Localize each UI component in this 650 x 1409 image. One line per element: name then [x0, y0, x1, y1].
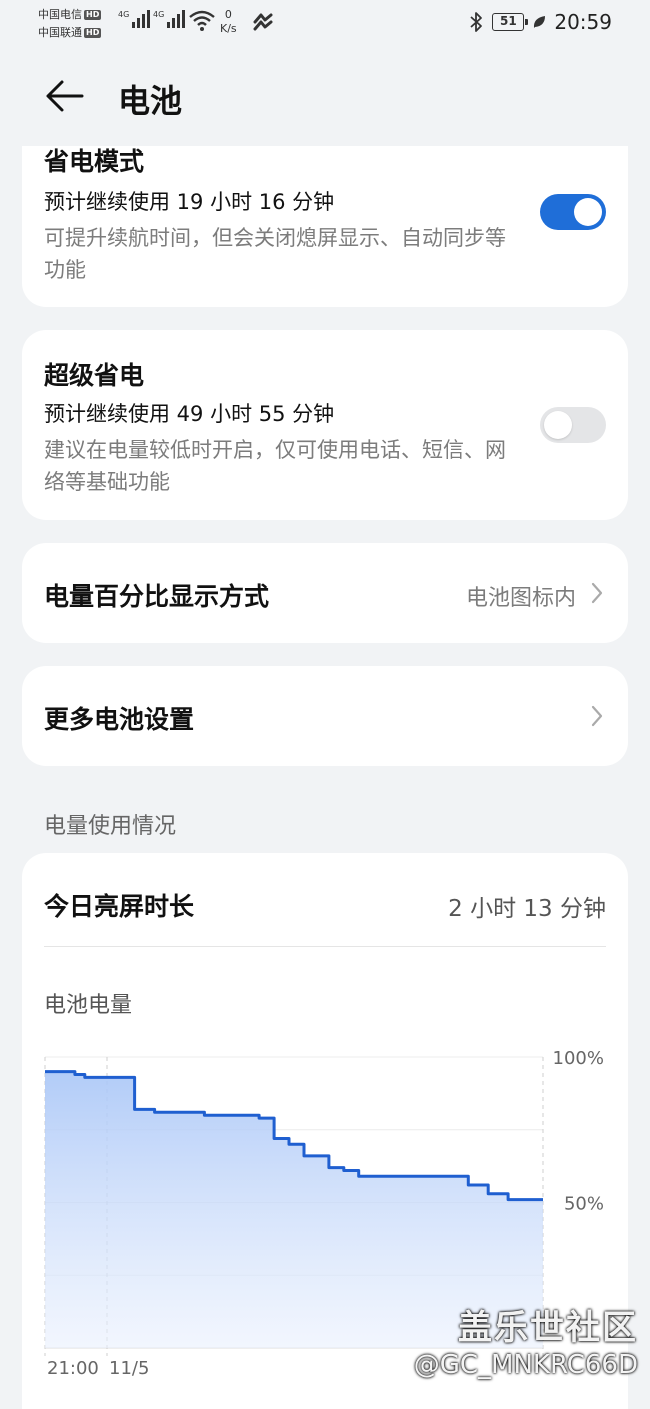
carrier-info: 中国电信 HD 中国联通 HD: [38, 6, 102, 42]
usage-section-label: 电量使用情况: [44, 814, 177, 839]
toggle-knob: [544, 411, 572, 439]
more-battery-settings-label: 更多电池设置: [44, 705, 195, 734]
super-saving-title: 超级省电: [44, 361, 145, 390]
chevron-right-icon: [591, 705, 603, 727]
battery-level: 51: [500, 14, 517, 28]
toggle-knob: [574, 198, 602, 226]
battery-icon: 51: [492, 13, 529, 31]
hd-badge: HD: [84, 10, 102, 20]
hd-badge: HD: [84, 28, 102, 38]
bluetooth-icon: [470, 12, 483, 32]
back-arrow-icon[interactable]: [44, 78, 84, 114]
page-title: 电池: [118, 82, 183, 120]
more-battery-settings-row[interactable]: 更多电池设置: [22, 666, 628, 766]
network-type-2: 4G: [153, 10, 165, 19]
super-saving-estimate: 预计继续使用 49 小时 55 分钟: [44, 402, 335, 426]
nfc-icon: [253, 13, 273, 31]
status-bar: 中国电信 HD 中国联通 HD 4G 4G 0 K/s 51 20:59: [0, 0, 650, 48]
signal-1-icon: 4G: [118, 10, 151, 28]
power-saving-estimate: 预计继续使用 19 小时 16 分钟: [44, 190, 335, 214]
percentage-display-value: 电池图标内: [465, 586, 576, 611]
leaf-icon: [534, 16, 546, 28]
super-saving-card[interactable]: 超级省电 预计继续使用 49 小时 55 分钟 建议在电量较低时开启，仅可使用电…: [22, 330, 628, 520]
y-tick-label: 100%: [553, 1048, 604, 1069]
power-saving-description: 可提升续航时间，但会关闭熄屏显示、自动同步等功能: [44, 226, 506, 282]
network-type-1: 4G: [118, 10, 130, 19]
power-saving-toggle[interactable]: [540, 194, 606, 230]
speed-value: 0: [224, 8, 232, 21]
watermark-handle: @GC_MNKRC66D: [413, 1350, 638, 1380]
clock: 20:59: [554, 10, 612, 34]
speed-unit: K/s: [220, 22, 237, 35]
wifi-icon: [189, 10, 215, 31]
power-saving-title: 省电模式: [44, 147, 145, 176]
carrier-2-label: 中国联通: [38, 26, 82, 39]
chevron-right-icon: [591, 582, 603, 604]
super-saving-description: 建议在电量较低时开启，仅可使用电话、短信、网络等基础功能: [44, 438, 506, 494]
x-tick-label: 11/5: [109, 1358, 149, 1379]
y-tick-label: 50%: [564, 1194, 604, 1215]
super-saving-toggle[interactable]: [540, 407, 606, 443]
network-speed: 0 K/s: [220, 8, 237, 36]
x-tick-label: 21:00: [47, 1358, 99, 1379]
carrier-1-label: 中国电信: [38, 8, 82, 21]
watermark-title: 盖乐世社区: [458, 1308, 638, 1348]
signal-2-icon: 4G: [153, 10, 186, 28]
power-saving-card[interactable]: 省电模式 预计继续使用 19 小时 16 分钟 可提升续航时间，但会关闭熄屏显示…: [22, 146, 628, 307]
percentage-display-label: 电量百分比显示方式: [44, 582, 270, 611]
percentage-display-row[interactable]: 电量百分比显示方式 电池图标内: [22, 543, 628, 643]
